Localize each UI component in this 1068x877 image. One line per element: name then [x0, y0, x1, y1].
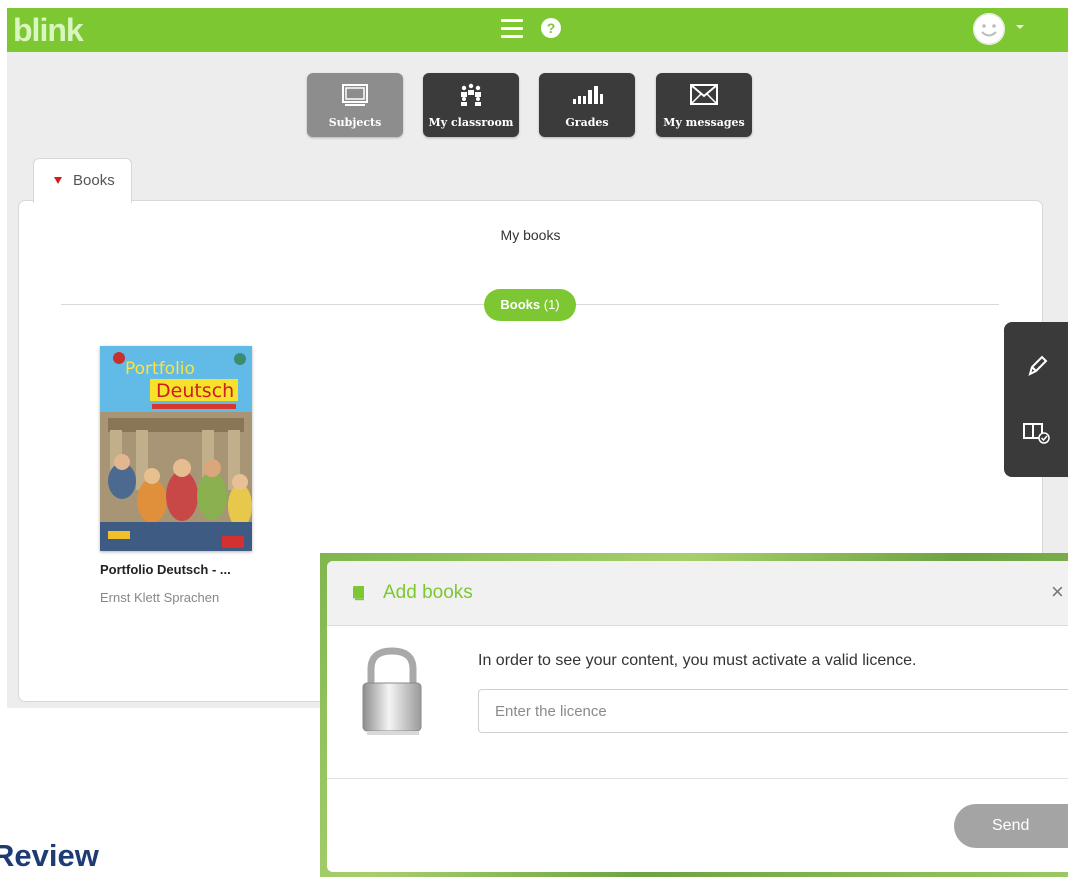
tab-label: Books — [73, 172, 115, 189]
messages-icon — [656, 82, 752, 108]
close-icon[interactable]: × — [1051, 581, 1064, 603]
nav-my-classroom-button[interactable]: My classroom — [423, 73, 519, 137]
licence-message: In order to see your content, you must a… — [478, 652, 917, 669]
nav-subjects-button[interactable]: Subjects — [307, 73, 403, 137]
pill-count: (1) — [543, 297, 560, 312]
hamburger-icon[interactable] — [501, 19, 523, 39]
chevron-down-icon[interactable] — [1016, 25, 1024, 29]
triangle-down-icon — [54, 177, 62, 184]
book-cover[interactable]: Portfolio Deutsch — [100, 346, 252, 551]
send-button[interactable]: Send — [954, 804, 1068, 848]
pencil-icon[interactable] — [1022, 352, 1050, 380]
classroom-icon — [423, 82, 519, 108]
book-check-icon[interactable] — [1016, 416, 1056, 448]
book-icon — [353, 586, 364, 601]
pill-label: Books — [500, 297, 541, 312]
avatar[interactable] — [973, 13, 1005, 45]
book-publisher: Ernst Klett Sprachen — [100, 590, 220, 605]
nav-label: My messages — [663, 116, 745, 129]
nav-label: Grades — [565, 116, 609, 129]
review-label: Review — [0, 838, 99, 873]
brand-logo[interactable]: blink — [13, 10, 84, 50]
cover-title-1: Portfolio — [125, 359, 195, 379]
licence-input[interactable] — [478, 689, 1068, 733]
cover-title-2: Deutsch — [156, 380, 234, 402]
smiley-icon — [973, 13, 1005, 45]
books-filter-pill[interactable]: Books (1) — [484, 289, 576, 321]
grades-icon — [539, 82, 635, 108]
book-title[interactable]: Portfolio Deutsch - ... — [100, 562, 231, 577]
nav-grades-button[interactable]: Grades — [539, 73, 635, 137]
add-books-dialog: Add books × In order to see your content… — [327, 561, 1068, 872]
nav-label: Subjects — [328, 116, 382, 129]
top-bar: blink ? — [7, 8, 1068, 52]
subjects-icon — [307, 82, 403, 108]
padlock-icon — [357, 645, 427, 737]
nav-label: My classroom — [428, 116, 514, 129]
tab-books[interactable]: Books — [33, 158, 132, 203]
dialog-divider — [327, 778, 1068, 779]
dialog-title: Add books — [383, 582, 473, 603]
dialog-header: Add books × — [327, 561, 1068, 626]
help-icon[interactable]: ? — [541, 18, 561, 38]
page-title: My books — [500, 227, 561, 243]
nav-my-messages-button[interactable]: My messages — [656, 73, 752, 137]
side-toolbar — [1004, 322, 1068, 477]
